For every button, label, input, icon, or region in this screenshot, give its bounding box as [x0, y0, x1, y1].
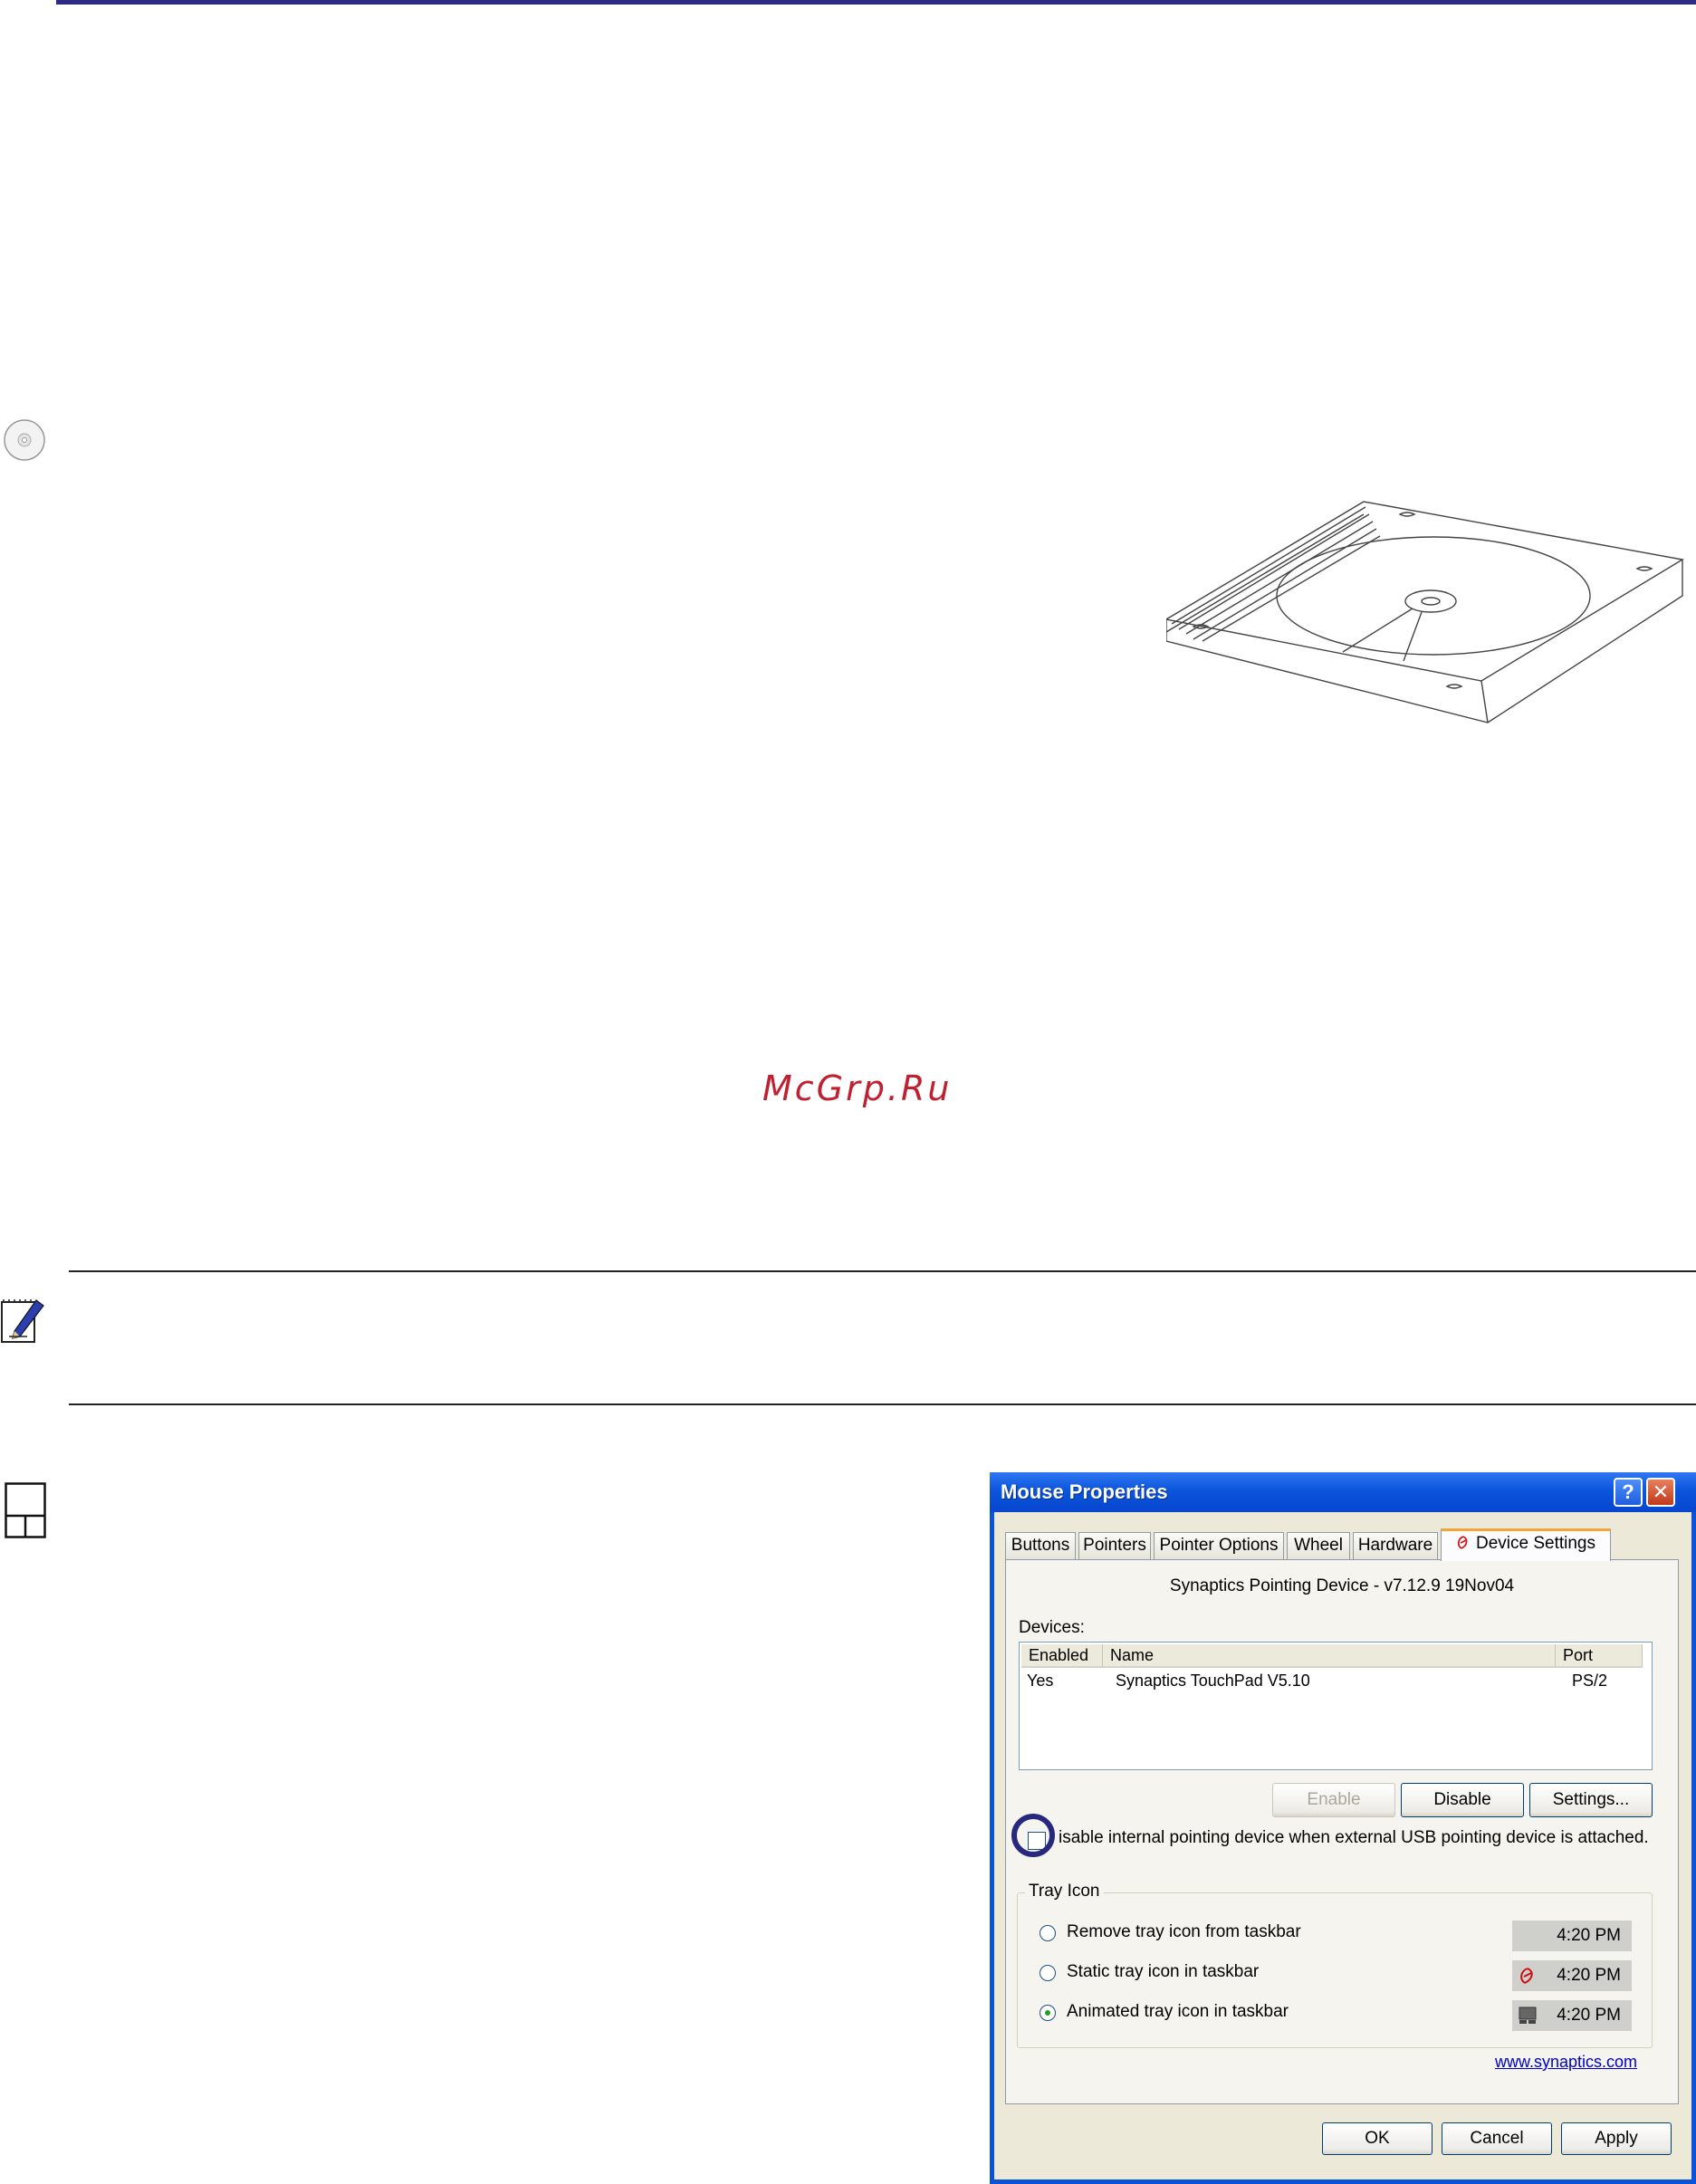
tab-hardware[interactable]: Hardware — [1353, 1532, 1438, 1559]
tab-pointers[interactable]: Pointers — [1078, 1532, 1151, 1559]
radio-remove-tray-label: Remove tray icon from taskbar — [1067, 1922, 1301, 1941]
devices-list-header: Enabled Name Port — [1021, 1644, 1650, 1668]
tray-preview-static: 4:20 PM — [1512, 1960, 1632, 1991]
top-accent-bar — [56, 0, 1696, 5]
window-title: Mouse Properties — [1001, 1480, 1168, 1503]
radio-remove-tray-button[interactable] — [1040, 1925, 1056, 1941]
touchpad-tray-icon — [1519, 2007, 1537, 2024]
watermark-text: McGrp.Ru — [762, 1068, 953, 1108]
device-heading: Synaptics Pointing Device - v7.12.9 19No… — [1169, 1576, 1515, 1595]
mouse-properties-window: Mouse Properties ? ✕ Buttons Pointers Po… — [990, 1472, 1696, 2184]
apply-button[interactable]: Apply — [1561, 2122, 1672, 2155]
column-port[interactable]: Port — [1556, 1644, 1643, 1668]
radio-animated-tray-label: Animated tray icon in taskbar — [1067, 2002, 1289, 2021]
tray-preview-animated: 4:20 PM — [1512, 2000, 1632, 2031]
table-row[interactable]: Yes Synaptics TouchPad V5.10 PS/2 — [1021, 1670, 1650, 1693]
cancel-button[interactable]: Cancel — [1442, 2122, 1552, 2155]
tab-device-settings-label: Device Settings — [1475, 1534, 1595, 1553]
tab-buttons[interactable]: Buttons — [1005, 1532, 1076, 1559]
settings-button[interactable]: Settings... — [1529, 1783, 1653, 1817]
highlight-circle — [1011, 1814, 1055, 1857]
radio-static-tray-label: Static tray icon in taskbar — [1067, 1962, 1260, 1981]
tray-time: 4:20 PM — [1557, 1926, 1621, 1945]
devices-list[interactable]: Enabled Name Port Yes Synaptics TouchPad… — [1019, 1642, 1653, 1770]
synaptics-icon — [1457, 1536, 1468, 1549]
disable-button[interactable]: Disable — [1401, 1783, 1524, 1817]
window-client-area: Buttons Pointers Pointer Options Wheel H… — [994, 1512, 1691, 2179]
note-pencil-icon — [1, 1299, 44, 1343]
radio-static-tray-button[interactable] — [1040, 1965, 1056, 1981]
column-enabled[interactable]: Enabled — [1021, 1644, 1103, 1668]
column-name[interactable]: Name — [1103, 1644, 1556, 1668]
cd-case-illustration — [1166, 501, 1684, 723]
tab-device-settings[interactable]: Device Settings — [1441, 1528, 1611, 1561]
tab-wheel[interactable]: Wheel — [1287, 1532, 1350, 1559]
enable-button[interactable]: Enable — [1272, 1783, 1395, 1817]
row-enabled: Yes — [1027, 1672, 1054, 1690]
disc-icon — [4, 419, 45, 461]
radio-animated-tray-button[interactable] — [1040, 2005, 1056, 2021]
devices-label: Devices: — [1019, 1618, 1085, 1637]
tray-time: 4:20 PM — [1557, 2006, 1621, 2025]
tray-preview-remove: 4:20 PM — [1512, 1921, 1632, 1951]
checkbox-label: isable internal pointing device when ext… — [1059, 1828, 1649, 1847]
ok-button[interactable]: OK — [1322, 2122, 1432, 2155]
synaptics-link[interactable]: www.synaptics.com — [1495, 2053, 1637, 2072]
tray-time: 4:20 PM — [1557, 1966, 1621, 1985]
row-port: PS/2 — [1572, 1672, 1608, 1690]
help-button[interactable]: ? — [1614, 1478, 1643, 1507]
device-settings-panel: Synaptics Pointing Device - v7.12.9 19No… — [1005, 1559, 1679, 2104]
note-bottom-rule — [69, 1403, 1696, 1405]
tray-icon-group: Tray Icon Remove tray icon from taskbar … — [1017, 1882, 1653, 2048]
note-top-rule — [69, 1270, 1696, 1272]
window-titlebar[interactable]: Mouse Properties ? ✕ — [990, 1472, 1696, 1512]
synaptics-tray-icon — [1520, 1968, 1533, 1984]
touchpad-icon — [5, 1482, 46, 1538]
tray-icon-legend: Tray Icon — [1025, 1882, 1104, 1901]
close-button[interactable]: ✕ — [1646, 1478, 1675, 1507]
row-name: Synaptics TouchPad V5.10 — [1116, 1672, 1310, 1690]
tab-pointer-options[interactable]: Pointer Options — [1154, 1532, 1284, 1559]
